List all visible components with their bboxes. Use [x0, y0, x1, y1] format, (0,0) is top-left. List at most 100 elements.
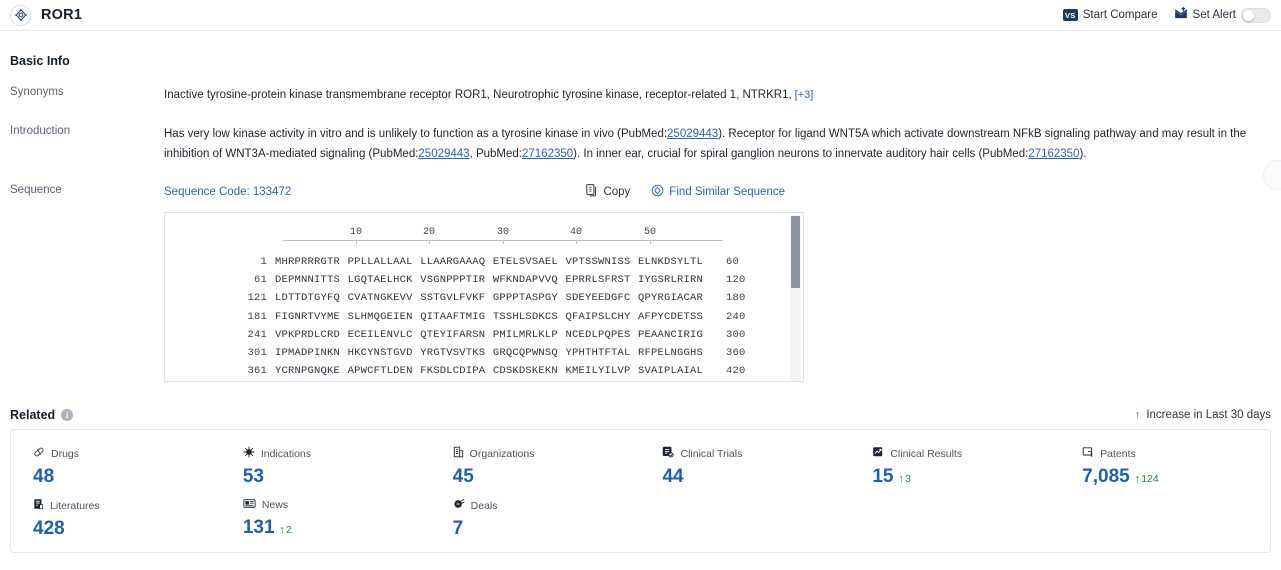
related-item-deals[interactable]: Deals 7 [431, 498, 641, 540]
related-item-drugs[interactable]: Drugs 48 [11, 446, 221, 488]
introduction-text-4: ). In inner ear, crucial for spiral gang… [573, 148, 1029, 160]
copy-sequence-button[interactable]: Copy [586, 183, 630, 200]
related-item-indications[interactable]: Indications 53 [221, 446, 431, 488]
pubmed-link-3[interactable]: 27162350 [522, 148, 573, 160]
related-item-organizations[interactable]: Organizations 45 [431, 446, 641, 488]
related-item-value-row[interactable]: 7,085 ↑124 [1082, 466, 1270, 488]
related-item-label: Organizations [469, 447, 535, 460]
related-item-clinical-results[interactable]: Clinical Results 15 ↑3 [850, 446, 1060, 488]
related-item-count: 44 [662, 466, 684, 487]
related-item-label: Patents [1100, 447, 1136, 460]
sequence-chunk: IPMADPINKN [275, 347, 341, 360]
related-item-delta: ↑124 [1135, 473, 1159, 485]
sequence-chunk: QPYRGIACAR [638, 292, 704, 305]
sequence-chunk: CVATNGKEVV [347, 292, 413, 305]
sequence-chunk: IYGSRLRIRN [638, 274, 704, 287]
sequence-chunk: YRGTVSVTKS [420, 347, 486, 360]
set-alert-toggle[interactable] [1241, 7, 1271, 23]
related-item-value-row[interactable]: 53 [243, 466, 431, 488]
sequence-chunk: VPTSSWNISS [565, 256, 631, 268]
pubmed-link-2[interactable]: 25029443 [418, 148, 469, 160]
virus-icon [243, 446, 255, 461]
info-row-sequence: Sequence Sequence Code: 133472 Copy Find… [10, 183, 1271, 382]
related-item-value-row[interactable]: 44 [662, 466, 850, 488]
related-item-delta: ↑3 [898, 473, 910, 485]
clinical-result-icon [872, 446, 884, 461]
sequence-start-index: 61 [253, 274, 267, 287]
alert-bell-icon [1174, 6, 1188, 23]
ruler-tick-label-20: 20 [422, 227, 436, 238]
related-item-count: 53 [242, 466, 264, 487]
related-item-patents[interactable]: Patents 7,085 ↑124 [1060, 446, 1270, 488]
increase-arrow-icon: ↑ [1134, 473, 1141, 485]
related-item-count: 48 [33, 466, 55, 487]
related-item-value-row[interactable]: 15 ↑3 [872, 466, 1060, 488]
ruler-tick-label-50: 50 [643, 227, 657, 238]
target-icon [10, 4, 31, 26]
sequence-line: 1 MHRPRRRGTR PPLLALLAAL LLAARGAAAQ ETELSVSAE… [165, 253, 803, 271]
sequence-end-index: 120 [726, 274, 746, 287]
deal-icon [453, 498, 465, 513]
synonyms-label: Synonyms [10, 86, 64, 98]
related-legend: ↑ Increase in Last 30 days [1135, 409, 1271, 421]
introduction-text-5: ). [1079, 148, 1087, 160]
related-item-clinical-trials[interactable]: Clinical Trials 44 [640, 446, 850, 488]
related-item-delta: ↑2 [280, 524, 292, 536]
introduction-text-1: Has very low kinase activity in vitro an… [164, 128, 668, 140]
find-similar-icon [651, 184, 664, 200]
sequence-chunk: LDTTDTGYFQ [275, 292, 341, 305]
related-item-label-row: Organizations [453, 446, 641, 461]
related-item-value-row[interactable]: 428 [33, 518, 221, 540]
introduction-label: Introduction [10, 125, 71, 137]
related-item-count: 15 [872, 466, 894, 487]
related-card: Drugs 48 Indications 53 Organizations 45 Clini… [10, 429, 1271, 553]
find-similar-sequence-button[interactable]: Find Similar Sequence [651, 184, 785, 200]
sequence-chunk: WFKNDAPVVQ [492, 274, 558, 287]
sequence-scrollbar-thumb[interactable] [790, 215, 801, 289]
ruler-tick-label-10: 10 [349, 227, 363, 238]
info-icon[interactable]: i [61, 409, 74, 421]
sequence-inner: 10 20 30 40 50 1 MHRPRRRGTR PPLLALLAAL L… [165, 213, 803, 380]
start-compare-button[interactable]: VS Start Compare [1062, 9, 1158, 21]
sequence-chunk: VSGNPPPTIR [420, 274, 486, 287]
sequence-chunk: GRQCQPWNSQ [492, 347, 558, 360]
related-item-label: Clinical Trials [680, 447, 743, 460]
pubmed-link-1[interactable]: 25029443 [667, 128, 718, 140]
increase-arrow-icon: ↑ [279, 524, 286, 536]
sequence-chunk: AFPYCDETSS [638, 310, 704, 323]
pill-icon [33, 446, 45, 461]
introduction-text-3: , PubMed: [469, 148, 522, 160]
related-legend-label: Increase in Last 30 days [1146, 409, 1271, 421]
synonyms-more-link[interactable]: [+3] [795, 89, 814, 101]
related-item-label-row: Literatures [33, 498, 221, 513]
synonyms-value: Inactive tyrosine-protein kinase transme… [164, 85, 813, 105]
sequence-chunk: EPRRLSFRST [565, 274, 631, 287]
related-item-label: Drugs [51, 447, 80, 460]
literature-icon [33, 498, 44, 513]
related-item-label: Deals [470, 499, 498, 512]
sequence-chunk: KMEILYILVP [565, 365, 631, 378]
sequence-line: 61 DEPMNNITTS LGQTAELHCK VSGNPPPTIR WFKNDAPV… [165, 271, 803, 289]
sequence-viewer[interactable]: 10 20 30 40 50 1 MHRPRRRGTR PPLLALLAAL L… [164, 212, 804, 382]
toggle-knob [1243, 9, 1254, 21]
related-item-literatures[interactable]: Literatures 428 [11, 498, 221, 540]
sequence-line: 181 FIGNRTVYME SLHMQGEIEN QITAAFTMIG TSSHLSD… [165, 308, 803, 326]
set-alert-button[interactable]: Set Alert [1174, 6, 1271, 23]
sequence-end-index: 300 [726, 328, 746, 341]
sequence-residues: DEPMNNITTS LGQTAELHCK VSGNPPPTIR WFKNDAPVVQ… [275, 271, 715, 289]
related-item-news[interactable]: News 131 ↑2 [221, 498, 431, 540]
sequence-scrollbar[interactable] [790, 215, 801, 381]
related-item-value-row[interactable]: 131 ↑2 [243, 517, 431, 539]
related-item-value-row[interactable]: 7 [453, 518, 641, 540]
related-item-value-row[interactable]: 48 [33, 466, 221, 488]
sequence-start-index: 361 [247, 365, 267, 378]
sequence-line: 361 YCRNPGNQKE APWCFTLDEN FKSDLCDIPA CDSKDSK… [165, 362, 803, 380]
sequence-residues: YCRNPGNQKE APWCFTLDEN FKSDLCDIPA CDSKDSKEKN… [275, 362, 715, 380]
sequence-code: Sequence Code: 133472 [164, 185, 292, 198]
sequence-residues: VPKPRDLCRD ECEILENVLC QTEYIFARSN PMILMRLKLP… [275, 326, 715, 344]
related-item-value-row[interactable]: 45 [453, 466, 641, 488]
building-icon [453, 446, 464, 461]
pubmed-link-4[interactable]: 27162350 [1028, 148, 1079, 160]
sequence-start-index: 241 [247, 328, 267, 341]
sequence-chunk: MHRPRRRGTR [275, 256, 341, 268]
